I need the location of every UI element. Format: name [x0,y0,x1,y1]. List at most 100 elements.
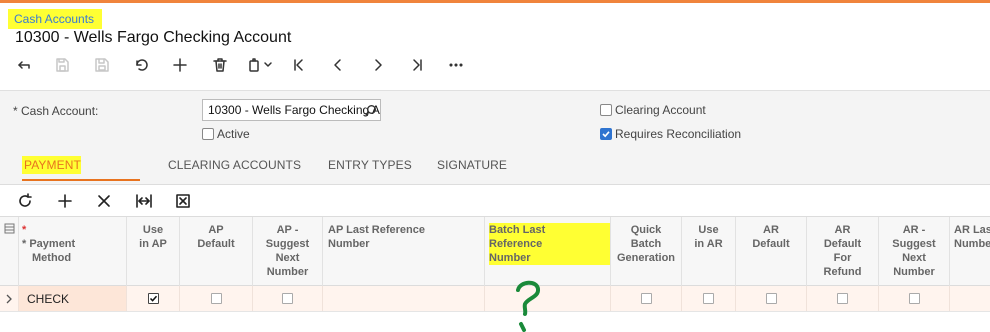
col-ar-default-refund-line2: Default [823,238,862,250]
use-in-ap-checkbox[interactable] [147,293,159,304]
col-ar-default-line2: Default [752,238,790,250]
add-icon[interactable] [160,52,200,78]
cell-use-in-ap[interactable] [127,286,180,311]
top-accent-bar [0,0,990,3]
ap-suggest-checkbox[interactable] [282,293,293,304]
col-ap-suggest-line4: Number [266,266,309,278]
ar-default-checkbox[interactable] [765,293,777,304]
cell-ar-last-reference-number[interactable] [950,286,990,311]
col-ap-suggest-line3: Next [275,252,300,264]
delete-icon[interactable] [200,52,240,78]
first-icon[interactable] [280,52,318,78]
col-ap-last-ref-line1: AP Last Reference [328,224,426,236]
check-icon [602,131,610,138]
tab-payment-methods[interactable]: PAYMENT METHODS [22,150,140,205]
ar-suggest-checkbox[interactable] [908,293,920,304]
clearing-account-label: Clearing Account [615,103,706,117]
col-ap-suggest-line2: Suggest [265,238,310,250]
col-ap-last-reference-number[interactable]: AP Last Reference Number [323,217,485,286]
active-checkbox-box[interactable] [202,128,214,140]
use-in-ar-checkbox[interactable] [703,293,714,304]
col-ar-last-reference-number[interactable]: AR Last Number [950,217,990,286]
col-ar-suggest-line2: Suggest [892,238,936,250]
quick-batch-checkbox[interactable] [640,293,652,304]
requires-reconciliation-checkbox-box[interactable] [600,128,612,140]
grid-toolbar [0,184,990,216]
col-use-in-ap-line2: in AP [139,238,167,250]
col-ar-default[interactable]: AR Default [736,217,807,286]
tab-signature[interactable]: SIGNATURE [437,150,507,181]
row-expand-icon[interactable] [0,286,19,311]
copy-paste-icon[interactable] [240,52,280,78]
chevron-down-icon [264,62,272,67]
col-ap-default[interactable]: AP Default [180,217,253,286]
undo-icon[interactable] [122,52,160,78]
col-quick-batch-generation[interactable]: Quick Batch Generation [611,217,682,286]
refresh-icon[interactable] [14,190,36,212]
back-icon[interactable] [6,52,42,78]
cell-ap-suggest-next-number[interactable] [253,286,323,311]
clearing-account-checkbox[interactable]: Clearing Account [600,103,706,117]
check-icon [149,295,157,302]
col-ap-default-line2: Default [197,238,235,250]
col-use-in-ap[interactable]: Use in AP [127,217,180,286]
requires-reconciliation-checkbox[interactable]: Requires Reconciliation [600,127,741,141]
row-selector-header[interactable] [0,217,19,286]
export-excel-icon[interactable] [172,190,194,212]
col-use-in-ap-line1: Use [142,224,164,236]
table-row[interactable]: CHECK [0,286,990,312]
search-icon[interactable] [364,103,377,120]
requires-reconciliation-label: Requires Reconciliation [615,127,742,141]
col-ar-last-ref-line2: Number [954,238,990,250]
payment-methods-grid: * * Payment Method Use in AP AP Default … [0,216,990,332]
col-ap-suggest-next-number[interactable]: AP - Suggest Next Number [253,217,323,286]
cell-ar-default-for-refund[interactable] [807,286,879,311]
col-use-in-ar-line1: Use [698,224,719,236]
last-icon[interactable] [398,52,436,78]
cell-ar-default[interactable] [736,286,807,311]
col-ar-suggest-line3: Next [902,252,926,264]
cell-ap-last-reference-number[interactable] [323,286,485,311]
fit-columns-icon[interactable] [132,190,156,212]
col-ap-suggest-line1: AP - [276,224,299,236]
col-use-in-ar[interactable]: Use in AR [682,217,736,286]
active-checkbox[interactable]: Active [202,127,250,141]
col-ar-default-line1: AR [763,224,779,236]
col-payment-method-line1: * Payment [22,238,76,250]
previous-icon[interactable] [318,52,358,78]
col-ar-default-refund-line4: Refund [823,266,862,278]
col-ar-suggest-next-number[interactable]: AR - Suggest Next Number [879,217,950,286]
col-quick-batch-line3: Generation [616,252,676,264]
clearing-account-checkbox-box[interactable] [600,104,612,116]
cell-use-in-ar[interactable] [682,286,736,311]
active-label: Active [217,127,250,141]
tab-clearing-accounts[interactable]: CLEARING ACCOUNTS [168,150,301,181]
save-icon[interactable] [82,52,122,78]
col-ar-default-for-refund[interactable]: AR Default For Refund [807,217,879,286]
ap-default-checkbox[interactable] [210,293,222,304]
col-quick-batch-line1: Quick [630,224,662,236]
next-icon[interactable] [358,52,398,78]
delete-row-icon[interactable] [93,190,115,212]
page-title: 10300 - Wells Fargo Checking Account [15,29,292,46]
more-icon[interactable] [436,52,476,78]
save-close-icon[interactable] [42,52,82,78]
col-ar-default-refund-line3: For [833,252,852,264]
cell-payment-method[interactable]: CHECK [19,286,127,311]
cell-quick-batch-generation[interactable] [611,286,682,311]
file-columns-icon [4,223,15,234]
cash-account-input[interactable]: 10300 - Wells Fargo Checking Account [202,99,381,121]
cash-account-value: 10300 - Wells Fargo Checking Account [208,103,380,117]
col-payment-method[interactable]: * * Payment Method [19,217,127,286]
col-batch-last-ref-line3: Number [489,251,610,265]
breadcrumb[interactable]: Cash Accounts [8,9,103,29]
add-row-icon[interactable] [54,190,76,212]
cell-ap-default[interactable] [180,286,253,311]
col-payment-method-line2: Method [32,252,72,264]
grid-header: * * Payment Method Use in AP AP Default … [0,216,990,286]
tab-bar: PAYMENT METHODS CLEARING ACCOUNTS ENTRY … [0,150,990,205]
ar-default-refund-checkbox[interactable] [837,293,848,304]
tab-entry-types[interactable]: ENTRY TYPES [328,150,412,181]
cell-ar-suggest-next-number[interactable] [879,286,950,311]
col-ar-suggest-line4: Number [893,266,935,278]
